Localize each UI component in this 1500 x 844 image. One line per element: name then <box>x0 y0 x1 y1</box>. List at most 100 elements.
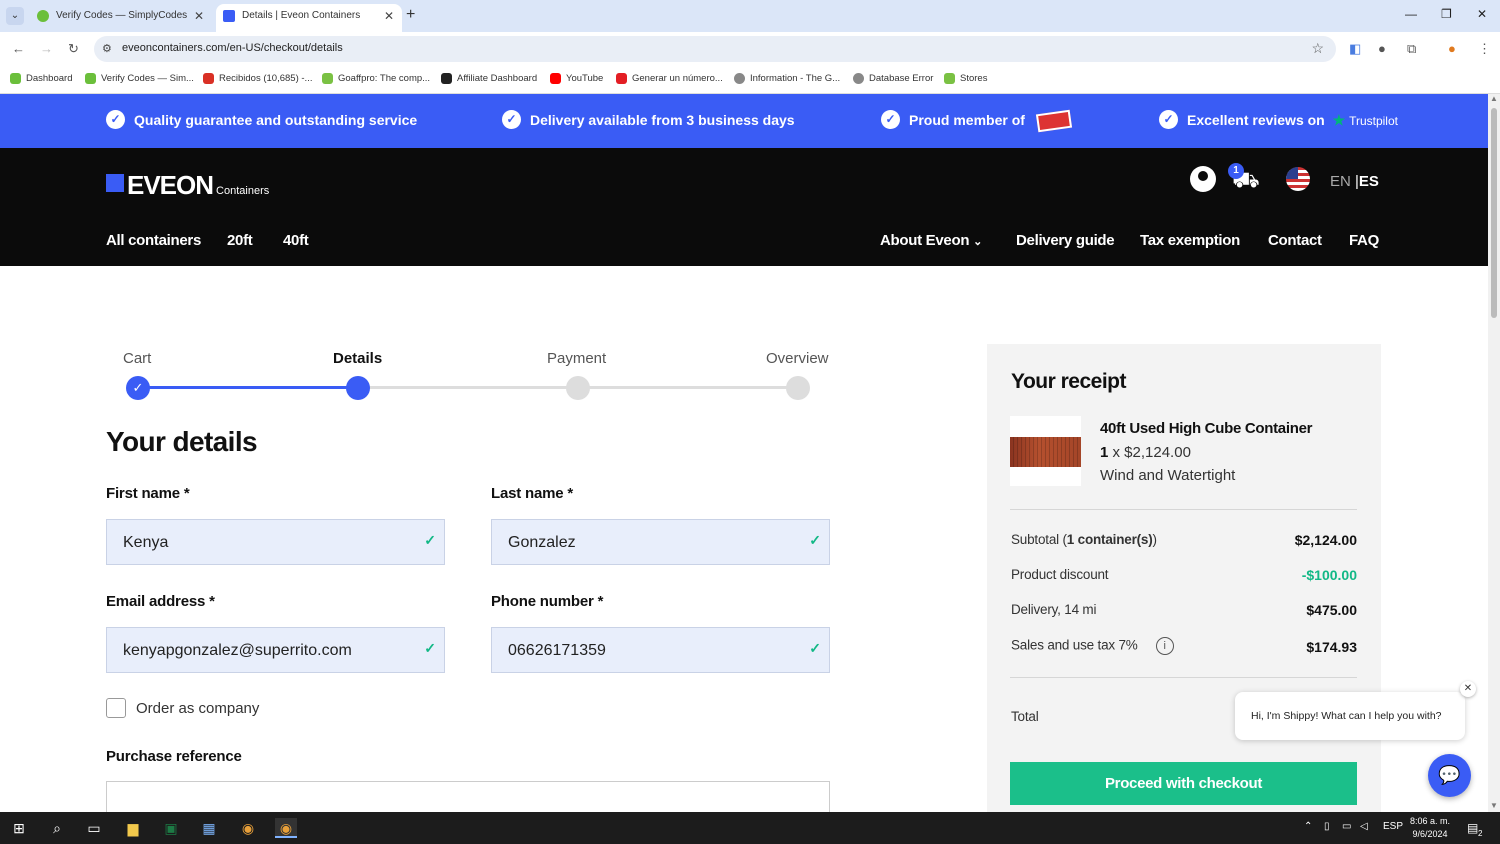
windows-start-icon[interactable]: ⊞ <box>8 818 30 838</box>
address-bar[interactable]: ⚙ eveoncontainers.com/en-US/checkout/det… <box>94 36 1336 62</box>
nav-20ft[interactable]: 20ft <box>227 232 253 249</box>
browser-toolbar: ← → ↻ ⚙ eveoncontainers.com/en-US/checko… <box>0 32 1500 66</box>
bookmark-item[interactable]: Information - The G... <box>734 73 840 84</box>
check-circle-icon: ✓ <box>502 110 521 129</box>
nav-delivery-guide[interactable]: Delivery guide <box>1016 232 1115 249</box>
valid-check-icon: ✓ <box>809 532 821 548</box>
input-language[interactable]: ESP <box>1383 821 1403 832</box>
logo-mark-icon <box>106 174 124 192</box>
excel-icon[interactable]: ▣ <box>160 818 182 838</box>
notifications-icon[interactable]: ▤ <box>1467 821 1478 835</box>
scroll-down-icon[interactable]: ▼ <box>1490 801 1498 810</box>
lang-en[interactable]: EN <box>1330 173 1351 190</box>
tray-chevron-icon[interactable]: ⌃ <box>1304 821 1312 832</box>
browser-menu-icon[interactable]: ⋮ <box>1478 41 1491 57</box>
new-tab-plus-icon[interactable]: + <box>406 6 415 24</box>
site-info-icon[interactable]: ⚙ <box>102 42 112 55</box>
nav-40ft[interactable]: 40ft <box>283 232 309 249</box>
info-icon[interactable]: i <box>1155 637 1174 655</box>
promo-quality: ✓ Quality guarantee and outstanding serv… <box>106 110 417 129</box>
nav-contact[interactable]: Contact <box>1268 232 1322 249</box>
tab-title: Details | Eveon Containers <box>242 10 361 21</box>
puzzle-extensions-icon[interactable]: ⧉ <box>1407 41 1416 57</box>
account-user-icon[interactable] <box>1190 166 1216 192</box>
back-arrow-icon[interactable]: ← <box>12 41 25 56</box>
phone-field[interactable]: 06626171359 ✓ <box>491 627 830 673</box>
bookmark-item[interactable]: Database Error <box>853 73 933 84</box>
cart-count-badge: 1 <box>1228 163 1244 179</box>
product-name: 40ft Used High Cube Container <box>1100 420 1313 437</box>
close-chat-icon[interactable]: ✕ <box>1460 681 1476 697</box>
browser-tab-bar: ⌄ Verify Codes — SimplyCodes ✕ Details |… <box>0 0 1500 32</box>
valid-check-icon: ✓ <box>424 532 436 548</box>
chrome-active-icon[interactable]: ◉ <box>275 818 297 838</box>
chat-launcher-icon[interactable]: 💬 <box>1428 754 1471 797</box>
first-name-label: First name * <box>106 485 190 502</box>
tab-search-icon[interactable]: ⌄ <box>6 7 24 25</box>
translate-extension-icon[interactable]: ◧ <box>1349 41 1361 57</box>
eveon-logo[interactable]: EVEON Containers <box>106 170 269 201</box>
forward-arrow-icon[interactable]: → <box>40 41 53 56</box>
bookmark-item[interactable]: Stores <box>944 73 987 84</box>
windows-taskbar: ⊞ ⌕ ▭ ▆ ▣ ▦ ◉ ◉ ⌃ ▯ ▭ ◁ ESP 8:06 a. m. 9… <box>0 812 1500 844</box>
chrome-icon[interactable]: ◉ <box>237 818 259 838</box>
chat-greeting-bubble[interactable]: Hi, I'm Shippy! What can I help you with… <box>1235 692 1465 740</box>
tab-verify-codes[interactable]: Verify Codes — SimplyCodes ✕ <box>30 4 212 32</box>
close-tab-icon[interactable]: ✕ <box>384 4 394 28</box>
nav-faq[interactable]: FAQ <box>1349 232 1379 249</box>
page-scrollbar[interactable]: ▲ ▼ <box>1488 94 1500 812</box>
bookmark-item[interactable]: Recibidos (10,685) -... <box>203 73 312 84</box>
close-window-icon[interactable]: ✕ <box>1477 7 1487 21</box>
proceed-checkout-button[interactable]: Proceed with checkout <box>1010 762 1357 805</box>
step-cart-dot[interactable]: ✓ <box>126 376 150 400</box>
language-switcher[interactable]: EN |ES <box>1330 173 1379 190</box>
site-header: EVEON Containers ⛟ EN |ES All containers … <box>0 148 1488 266</box>
chevron-down-icon: ⌄ <box>973 236 982 248</box>
reload-icon[interactable]: ↻ <box>68 41 79 57</box>
bookmark-item[interactable]: Goaffpro: The comp... <box>322 73 430 84</box>
bookmark-item[interactable]: Generar un número... <box>616 73 723 84</box>
network-icon[interactable]: ▭ <box>1342 821 1351 832</box>
trustpilot-logo: Trustpilot <box>1349 114 1398 128</box>
system-clock[interactable]: 8:06 a. m. 9/6/2024 <box>1404 815 1456 841</box>
step-cart-label[interactable]: Cart <box>123 350 151 367</box>
us-flag-icon[interactable] <box>1286 167 1310 191</box>
last-name-field[interactable]: Gonzalez ✓ <box>491 519 830 565</box>
extension-icon[interactable]: ● <box>1378 41 1386 56</box>
scroll-up-icon[interactable]: ▲ <box>1490 94 1498 103</box>
discount-label: Product discount <box>1011 567 1109 582</box>
file-explorer-icon[interactable]: ▆ <box>122 818 144 838</box>
step-details-label: Details <box>333 350 383 367</box>
bookmark-item[interactable]: Dashboard <box>10 73 72 84</box>
profile-avatar-icon[interactable]: ● <box>1448 41 1456 56</box>
close-tab-icon[interactable]: ✕ <box>194 4 204 28</box>
restore-icon[interactable]: ❐ <box>1441 7 1452 21</box>
nav-about-eveon[interactable]: About Eveon ⌄ <box>880 232 982 249</box>
promo-reviews[interactable]: ✓ Excellent reviews on ★ Trustpilot <box>1159 110 1398 129</box>
order-as-company-checkbox[interactable] <box>106 698 126 718</box>
tab-title: Verify Codes — SimplyCodes <box>56 10 188 21</box>
search-icon[interactable]: ⌕ <box>46 818 68 838</box>
order-as-company-label[interactable]: Order as company <box>136 700 259 717</box>
task-view-icon[interactable]: ▭ <box>83 818 105 838</box>
purchase-reference-label: Purchase reference <box>106 748 242 765</box>
tab-eveon-details[interactable]: Details | Eveon Containers ✕ <box>216 4 402 32</box>
calculator-icon[interactable]: ▦ <box>198 818 220 838</box>
nav-tax-exemption[interactable]: Tax exemption <box>1140 232 1240 249</box>
bookmark-item[interactable]: Verify Codes — Sim... <box>85 73 194 84</box>
bookmark-item[interactable]: Affiliate Dashboard <box>441 73 537 84</box>
product-condition: Wind and Watertight <box>1100 467 1236 484</box>
first-name-field[interactable]: Kenya ✓ <box>106 519 445 565</box>
minimize-icon[interactable]: — <box>1405 7 1417 21</box>
lang-es[interactable]: ES <box>1359 173 1379 190</box>
bookmark-star-icon[interactable]: ☆ <box>1311 40 1324 57</box>
subtotal-value: $2,124.00 <box>1294 532 1357 548</box>
bookmark-item[interactable]: YouTube <box>550 73 603 84</box>
battery-icon[interactable]: ▯ <box>1324 821 1330 832</box>
nav-all-containers[interactable]: All containers <box>106 232 201 249</box>
email-field[interactable]: kenyapgonzalez@superrito.com ✓ <box>106 627 445 673</box>
check-circle-icon: ✓ <box>1159 110 1178 129</box>
volume-icon[interactable]: ◁ <box>1360 821 1368 832</box>
valid-check-icon: ✓ <box>809 640 821 656</box>
scrollbar-thumb[interactable] <box>1491 108 1497 318</box>
